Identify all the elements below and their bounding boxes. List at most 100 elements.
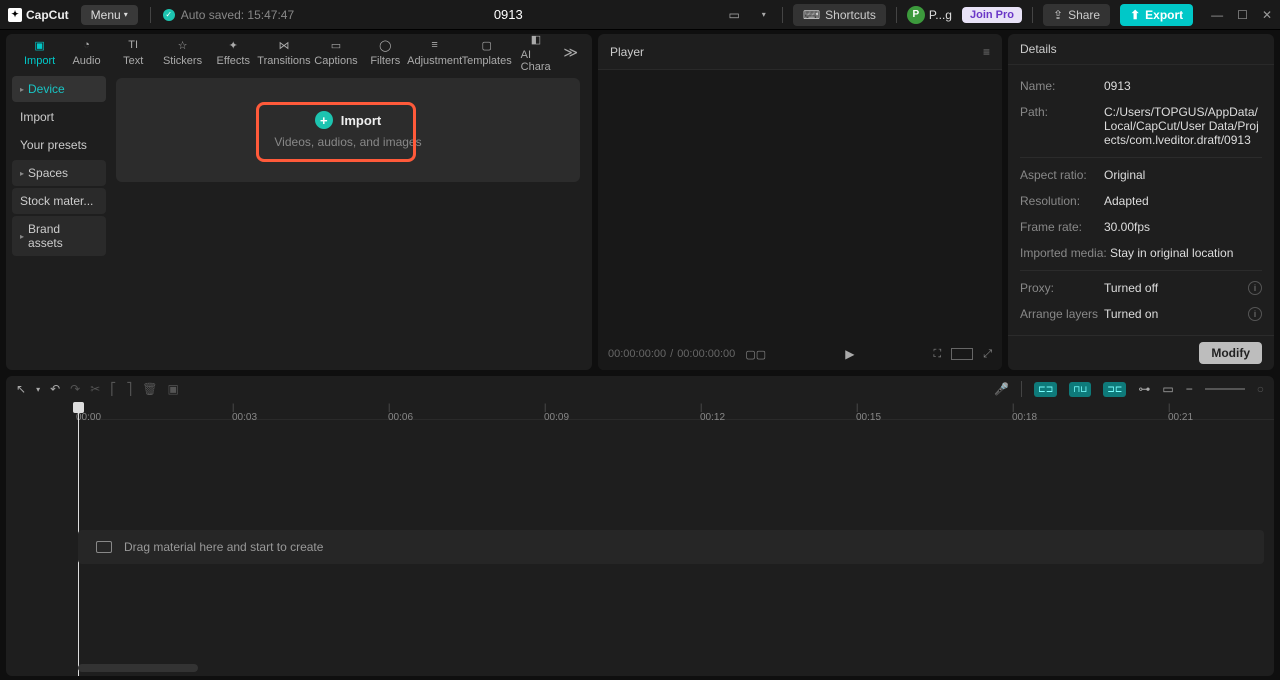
magnet-right-icon[interactable]: ⊐⊏ [1103, 382, 1126, 397]
import-dropzone[interactable]: + Import Videos, audios, and images [116, 78, 580, 182]
ai-icon: ◧ [527, 31, 545, 47]
sidebar-item-stock-mater-[interactable]: Stock mater... [12, 188, 106, 214]
chevron-down-icon[interactable]: ▾ [756, 7, 772, 22]
tab-effects[interactable]: ✦Effects [209, 37, 258, 67]
tab-templates[interactable]: ▢Templates [461, 37, 513, 67]
preview-icon[interactable]: ▭ [1162, 382, 1173, 396]
timeline-toolbar: ↖ ▾ ↶ ↷ ✂ ⎡ ⎤ 🗑 ▣ 🎤 ⊏⊐ ⊓⊔ ⊐⊏ ⊶ ▭ − ○ [6, 376, 1274, 402]
detail-aspect: Original [1104, 168, 1262, 182]
tab-ai[interactable]: ◧AI Chara [513, 31, 560, 73]
mic-icon[interactable]: 🎤 [994, 382, 1009, 396]
cursor-icon[interactable]: ↖ [16, 382, 26, 396]
caret-icon: ▸ [20, 232, 24, 241]
magnet-icon[interactable]: ⊓⊔ [1069, 382, 1091, 397]
templates-icon: ▢ [478, 37, 496, 53]
maximize-button[interactable]: ☐ [1237, 8, 1248, 22]
tabs-more-icon[interactable]: ≫ [559, 44, 582, 61]
user-name: P...g [929, 8, 952, 22]
link-icon[interactable]: ⊶ [1138, 382, 1150, 396]
app-logo: ✦ CapCut [8, 8, 69, 22]
app-name: CapCut [26, 8, 69, 22]
tab-import[interactable]: ▣Import [16, 37, 63, 67]
zoom-in-icon[interactable]: ○ [1257, 382, 1264, 396]
captions-icon: ▭ [327, 37, 345, 53]
close-button[interactable]: ✕ [1262, 8, 1272, 22]
separator [1032, 7, 1033, 23]
total-time: 00:00:00:00 [677, 348, 735, 360]
current-time: 00:00:00:00 [608, 348, 666, 360]
audio-icon: ◔ [78, 37, 96, 53]
menu-button[interactable]: Menu ▾ [81, 5, 138, 25]
shortcuts-button[interactable]: ⌨ Shortcuts [793, 4, 886, 26]
fullscreen-icon[interactable]: ⤢ [983, 348, 992, 361]
tab-filters[interactable]: ◯Filters [362, 37, 409, 67]
timeline[interactable]: 00:0000:0300:0600:0900:1200:1500:1800:21… [6, 402, 1274, 676]
logo-icon: ✦ [8, 8, 22, 22]
undo-icon[interactable]: ↶ [50, 382, 60, 396]
sidebar-item-brand-assets[interactable]: ▸Brand assets [12, 216, 106, 256]
keyboard-icon: ⌨ [803, 8, 820, 22]
detail-proxy: Turned off [1104, 281, 1248, 295]
trim-right-icon[interactable]: ⎤ [126, 382, 132, 396]
effects-icon: ✦ [224, 37, 242, 53]
stickers-icon: ☆ [174, 37, 192, 53]
sidebar-item-your-presets[interactable]: Your presets [12, 132, 106, 158]
media-sidebar: ▸DeviceImportYour presets▸SpacesStock ma… [6, 70, 112, 370]
minimize-button[interactable]: — [1211, 8, 1223, 22]
info-icon[interactable]: i [1248, 281, 1262, 295]
layout-icon[interactable]: ▭ [722, 5, 745, 25]
check-icon [163, 9, 175, 21]
delete-icon[interactable]: 🗑 [142, 382, 157, 396]
detail-name: 0913 [1104, 79, 1262, 93]
project-title: 0913 [306, 7, 710, 22]
detail-resolution: Adapted [1104, 194, 1262, 208]
modify-button[interactable]: Modify [1199, 342, 1262, 364]
detail-imported: Stay in original location [1110, 246, 1262, 260]
tab-adjustment[interactable]: ≡Adjustment [409, 37, 461, 67]
sidebar-item-import[interactable]: Import [12, 104, 106, 130]
ruler-tick: 00:09 [544, 402, 569, 423]
export-button[interactable]: ⬆ Export [1120, 4, 1193, 26]
chevron-down-icon[interactable]: ▾ [36, 385, 40, 394]
media-panel: ▣Import◔AudioTIText☆Stickers✦Effects⋈Tra… [6, 34, 592, 370]
player-viewport[interactable]: 00:00:00:00 / 00:00:00:00 ▢▢ ▶ ⛶ ⤢ [598, 70, 1002, 370]
player-panel: Player ≡ 00:00:00:00 / 00:00:00:00 ▢▢ ▶ … [598, 34, 1002, 370]
separator [896, 7, 897, 23]
ruler-tick: 00:06 [388, 402, 413, 423]
redo-icon[interactable]: ↷ [70, 382, 80, 396]
sidebar-item-device[interactable]: ▸Device [12, 76, 106, 102]
play-button[interactable]: ▶ [845, 347, 854, 361]
crop-icon[interactable]: ▣ [168, 382, 179, 396]
join-pro-button[interactable]: Join Pro [962, 7, 1022, 23]
user-area[interactable]: P P...g [907, 6, 952, 24]
details-title: Details [1020, 42, 1057, 56]
zoom-slider[interactable] [1205, 388, 1245, 390]
tab-text[interactable]: TIText [110, 37, 157, 67]
timeline-scrollbar[interactable] [78, 664, 198, 672]
compare-icon[interactable]: ▢▢ [745, 348, 766, 361]
tab-transitions[interactable]: ⋈Transitions [258, 37, 310, 67]
chevron-down-icon: ▾ [124, 10, 128, 19]
autosave-status: Auto saved: 15:47:47 [163, 8, 294, 22]
ratio-button[interactable] [951, 348, 973, 360]
transitions-icon: ⋈ [275, 37, 293, 53]
info-icon[interactable]: i [1248, 307, 1262, 321]
magnet-left-icon[interactable]: ⊏⊐ [1034, 382, 1057, 397]
scan-icon[interactable]: ⛶ [934, 348, 942, 361]
separator [782, 7, 783, 23]
timeline-ruler[interactable]: 00:0000:0300:0600:0900:1200:1500:1800:21 [76, 402, 1274, 420]
ruler-tick: 00:03 [232, 402, 257, 423]
tab-stickers[interactable]: ☆Stickers [157, 37, 209, 67]
menu-icon[interactable]: ≡ [983, 45, 990, 59]
zoom-out-icon[interactable]: − [1186, 382, 1193, 396]
tab-audio[interactable]: ◔Audio [63, 37, 110, 67]
filters-icon: ◯ [376, 37, 394, 53]
highlight-box [256, 102, 416, 162]
timeline-drop-hint[interactable]: Drag material here and start to create [78, 530, 1264, 564]
sidebar-item-spaces[interactable]: ▸Spaces [12, 160, 106, 186]
split-icon[interactable]: ✂ [90, 382, 100, 396]
tab-captions[interactable]: ▭Captions [310, 37, 362, 67]
player-title: Player [610, 45, 644, 59]
share-button[interactable]: ⇪ Share [1043, 4, 1110, 26]
trim-left-icon[interactable]: ⎡ [110, 382, 116, 396]
